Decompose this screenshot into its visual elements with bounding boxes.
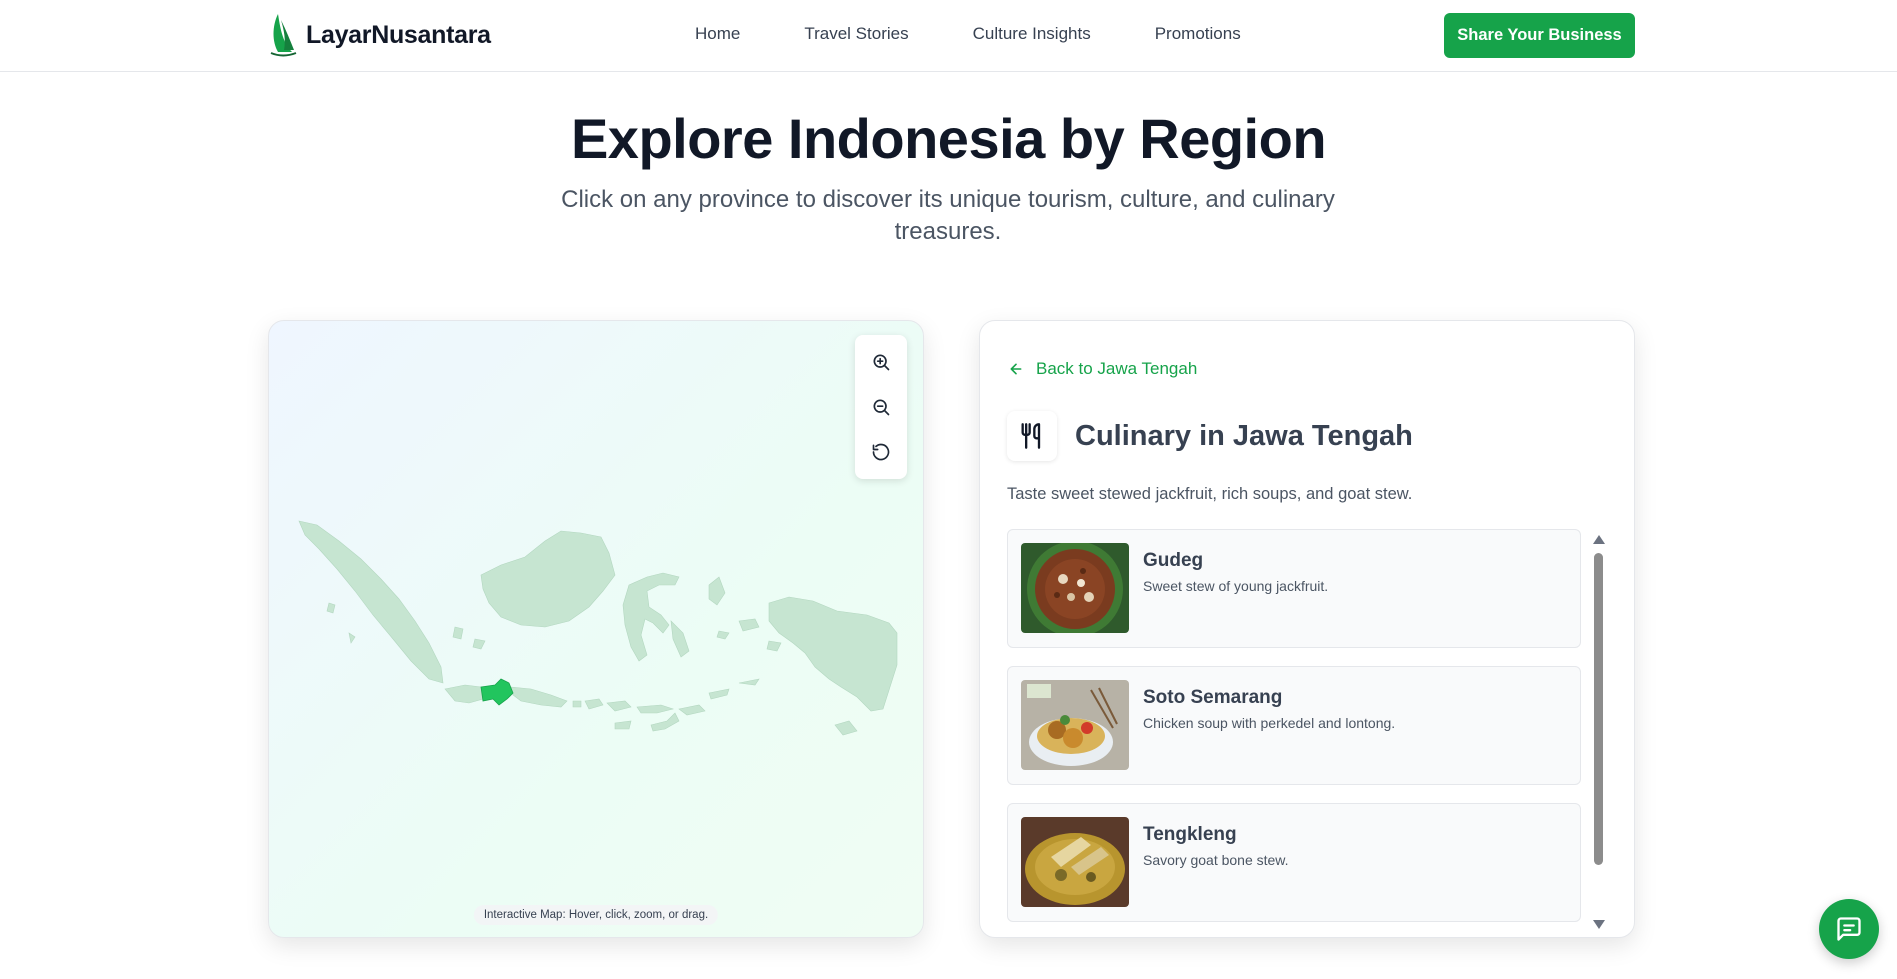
reset-icon	[872, 444, 890, 461]
map-panel[interactable]: Interactive Map: Hover, click, zoom, or …	[268, 320, 924, 938]
scrollbar-thumb[interactable]	[1594, 553, 1603, 865]
nav-home[interactable]: Home	[695, 24, 740, 44]
section-title: Culinary in Jawa Tengah	[1075, 419, 1413, 452]
item-description: Savory goat bone stew.	[1143, 852, 1289, 868]
page-subtitle: Click on any province to discover its un…	[561, 186, 1335, 245]
map-zoom-controls	[855, 335, 907, 479]
back-link-label: Back to Jawa Tengah	[1036, 359, 1198, 378]
nav-travel-stories[interactable]: Travel Stories	[804, 24, 908, 44]
section-header: Culinary in Jawa Tengah	[1007, 411, 1413, 461]
gudeg-image	[1021, 543, 1129, 633]
region-papua[interactable]	[768, 596, 898, 712]
zoom-out-icon	[873, 399, 890, 416]
region-jawa-barat[interactable]	[444, 684, 484, 704]
list-item[interactable]: Tengkleng Savory goat bone stew.	[1007, 803, 1581, 922]
region-sumatra[interactable]	[298, 520, 444, 684]
indonesia-map[interactable]	[269, 321, 924, 938]
list-item[interactable]: Soto Semarang Chicken soup with perkedel…	[1007, 666, 1581, 785]
item-description: Sweet stew of young jackfruit.	[1143, 578, 1329, 594]
brand-name: LayarNusantara	[306, 20, 491, 49]
item-name: Soto Semarang	[1143, 687, 1283, 708]
page-title: Explore Indonesia by Region	[570, 107, 1327, 170]
zoom-out-button[interactable]	[863, 389, 899, 425]
map-caption: Interactive Map: Hover, click, zoom, or …	[473, 905, 719, 925]
region-jawa-timur[interactable]	[510, 686, 568, 708]
utensils-icon	[1007, 411, 1057, 461]
region-sulawesi[interactable]	[622, 572, 680, 662]
culinary-list[interactable]: Gudeg Sweet stew of young jackfruit. Sot…	[1007, 529, 1581, 929]
item-name: Tengkleng	[1143, 824, 1237, 845]
site-header: LayarNusantara Home Travel Stories Cultu…	[0, 0, 1897, 72]
nav-promotions[interactable]: Promotions	[1155, 24, 1241, 44]
item-name: Gudeg	[1143, 550, 1204, 571]
scroll-up-arrow-icon[interactable]	[1593, 535, 1605, 544]
main-nav: Home Travel Stories Culture Insights Pro…	[695, 24, 1241, 44]
brand-logo[interactable]: LayarNusantara	[268, 12, 491, 58]
list-scrollbar[interactable]	[1592, 533, 1606, 929]
sail-logo-icon	[270, 14, 297, 57]
section-description: Taste sweet stewed jackfruit, rich soups…	[1007, 485, 1413, 503]
item-description: Chicken soup with perkedel and lontong.	[1143, 715, 1396, 731]
list-item[interactable]: Gudeg Sweet stew of young jackfruit.	[1007, 529, 1581, 648]
chat-icon	[1837, 917, 1861, 941]
scroll-down-arrow-icon[interactable]	[1593, 920, 1605, 929]
arrow-left-icon	[1010, 363, 1022, 375]
back-link[interactable]: Back to Jawa Tengah	[1008, 359, 1197, 379]
zoom-in-button[interactable]	[863, 344, 899, 380]
reset-map-button[interactable]	[863, 434, 899, 470]
zoom-in-icon	[873, 354, 890, 370]
share-business-button[interactable]: Share Your Business	[1444, 13, 1635, 58]
region-jawa-tengah-selected[interactable]	[480, 678, 514, 706]
chat-button[interactable]	[1819, 899, 1879, 959]
tengkleng-image	[1021, 817, 1129, 907]
soto-semarang-image	[1021, 680, 1129, 770]
region-detail-panel: Back to Jawa Tengah Culinary in Jawa Ten…	[979, 320, 1635, 938]
region-kalimantan[interactable]	[480, 530, 616, 628]
nav-culture-insights[interactable]: Culture Insights	[973, 24, 1091, 44]
